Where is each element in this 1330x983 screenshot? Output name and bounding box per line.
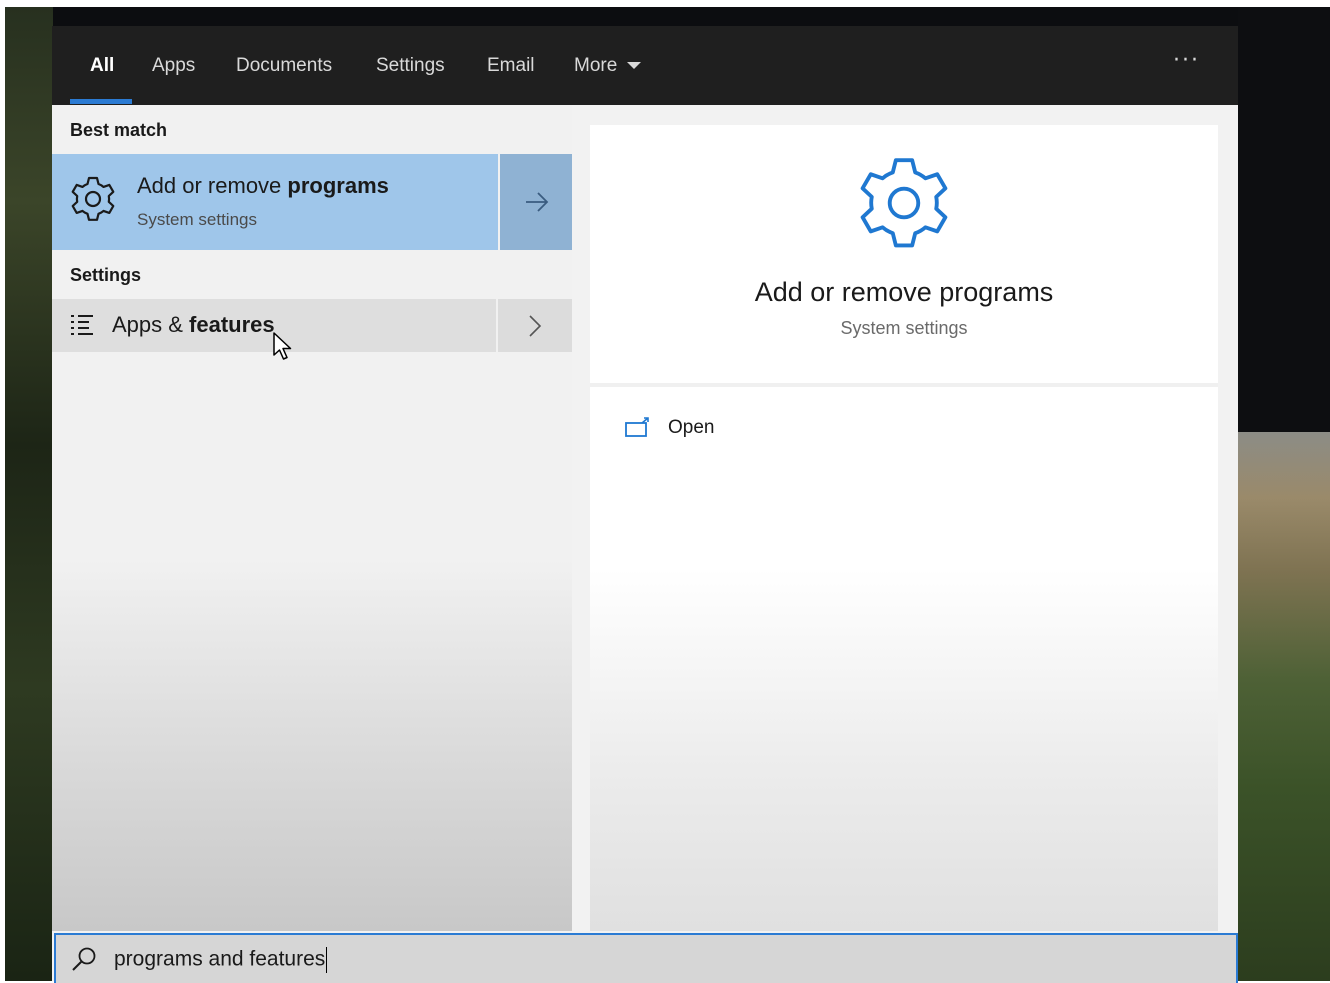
search-input-value: programs and features [114, 947, 326, 971]
best-match-title-bold: programs [287, 173, 389, 198]
wallpaper-tree-left [5, 7, 53, 981]
results-list: Best match Add or remove programs System… [52, 105, 572, 931]
gear-icon [860, 158, 948, 248]
caret-down-icon [627, 62, 642, 70]
open-window-icon [625, 417, 649, 437]
best-match-subtitle: System settings [137, 210, 257, 229]
search-box[interactable]: programs and features [54, 933, 1238, 983]
tab-all[interactable]: All [90, 55, 114, 77]
preview-header: Add or remove programs System settings [590, 125, 1218, 387]
apps-features-label-prefix: Apps & [112, 312, 190, 337]
apps-features-label-bold: features [189, 312, 275, 337]
mouse-pointer-icon [273, 332, 292, 360]
gear-icon [71, 176, 115, 221]
search-icon [72, 947, 96, 971]
arrow-right-icon [526, 192, 549, 212]
search-input[interactable]: programs and features [114, 947, 328, 973]
best-match-result[interactable]: Add or remove programs System settings [52, 154, 498, 250]
preview-subtitle: System settings [840, 318, 968, 338]
wallpaper-sky-right [1238, 7, 1330, 432]
list-icon [71, 315, 93, 335]
best-match-heading: Best match [70, 120, 168, 140]
search-filter-tabbar: All Apps Documents Settings Email More ·… [52, 26, 1238, 105]
tab-settings[interactable]: Settings [376, 55, 445, 77]
tab-more-label: More [574, 55, 618, 76]
text-caret [326, 947, 328, 973]
best-match-title: Add or remove programs [137, 173, 389, 199]
tab-email[interactable]: Email [487, 55, 535, 77]
apps-features-label: Apps & features [112, 312, 275, 338]
preview-title: Add or remove programs [754, 277, 1054, 307]
open-action-label: Open [668, 417, 715, 438]
start-search-panel: All Apps Documents Settings Email More ·… [52, 26, 1238, 983]
apps-features-expand-button[interactable] [498, 299, 572, 352]
open-action[interactable]: Open [620, 413, 820, 449]
wallpaper-landscape-right [1238, 432, 1330, 981]
chevron-right-icon [529, 315, 542, 337]
settings-heading: Settings [70, 265, 142, 285]
best-match-title-prefix: Add or remove [137, 173, 288, 198]
active-tab-indicator [70, 99, 132, 104]
tab-documents[interactable]: Documents [236, 55, 332, 77]
tab-more[interactable]: More [574, 55, 642, 77]
result-preview-pane: Add or remove programs System settings O… [590, 125, 1218, 931]
tab-apps[interactable]: Apps [152, 55, 195, 77]
more-options-button[interactable]: ··· [1173, 48, 1200, 73]
best-match-expand-button[interactable] [500, 154, 572, 250]
